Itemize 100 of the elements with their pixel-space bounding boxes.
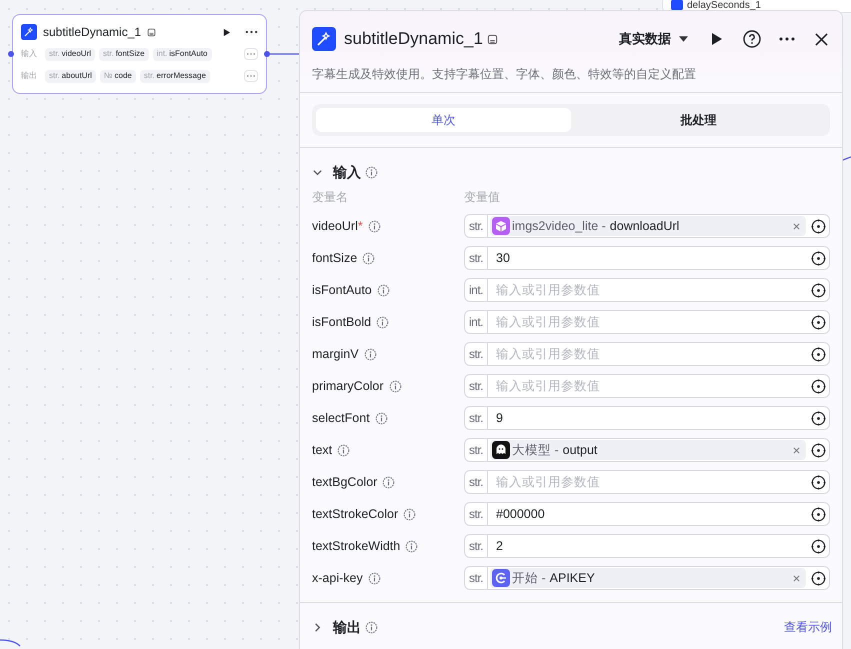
field-placeholder: 输入或引用参数值 <box>495 474 601 491</box>
clear-icon[interactable] <box>793 446 800 454</box>
target-icon[interactable] <box>811 442 826 458</box>
column-header: 变量值 <box>464 189 500 206</box>
section-title: 输出 <box>333 618 361 636</box>
target-icon[interactable] <box>811 378 826 394</box>
target-icon[interactable] <box>811 570 826 586</box>
field-value: 2 <box>495 538 504 555</box>
variable-chip: № code <box>100 70 136 82</box>
info-icon <box>403 508 416 520</box>
reference-text: 开始 - APIKEY <box>512 570 595 587</box>
variable-chip: int. isFontAuto <box>152 48 212 60</box>
target-icon[interactable] <box>811 474 826 490</box>
node-icon <box>671 0 683 11</box>
input-field[interactable]: str. 输入或引用参数值 <box>464 470 830 494</box>
field-value: 9 <box>495 410 504 427</box>
field-placeholder: 输入或引用参数值 <box>495 282 601 299</box>
tab[interactable]: 批处理 <box>571 108 826 132</box>
info-icon <box>368 572 381 584</box>
row-label: 输入 <box>21 48 38 60</box>
input-field[interactable]: str. imgs2video_lite - downloadUrl <box>464 214 830 238</box>
type-label: int. <box>465 279 488 301</box>
field-placeholder: 输入或引用参数值 <box>495 346 601 363</box>
memo-icon <box>486 34 498 44</box>
data-mode-dropdown[interactable]: 真实数据 <box>619 29 688 49</box>
type-label: str. <box>465 535 488 557</box>
view-example-link[interactable]: 查看示例 <box>784 618 832 636</box>
target-icon[interactable] <box>811 410 826 426</box>
variable-chip: str. videoUrl <box>45 48 96 60</box>
info-icon <box>376 316 390 328</box>
input-field[interactable]: int. 输入或引用参数值 <box>464 310 830 334</box>
info-icon <box>364 348 377 360</box>
info-icon <box>337 444 350 456</box>
target-icon[interactable] <box>811 218 826 234</box>
variable-name: textBgColor <box>312 474 378 491</box>
reference-text: 大模型 - output <box>512 442 598 459</box>
input-field[interactable]: int. 输入或引用参数值 <box>464 278 830 302</box>
info-icon <box>368 220 381 232</box>
play-icon[interactable] <box>222 28 231 36</box>
input-field[interactable]: str. #000000 <box>464 502 830 526</box>
info-icon <box>374 412 388 424</box>
variable-name: fontSize <box>312 250 358 267</box>
variable-chip: str. errorMessage <box>140 70 210 82</box>
target-icon[interactable] <box>811 250 826 266</box>
target-icon[interactable] <box>811 314 826 330</box>
variable-name: text <box>312 442 332 459</box>
close-icon[interactable] <box>815 32 828 46</box>
variable-name: primaryColor <box>312 378 384 395</box>
connector-line <box>0 639 20 646</box>
info-icon <box>365 620 378 634</box>
memo-icon <box>147 28 156 36</box>
info-icon <box>362 252 376 264</box>
type-label: str. <box>465 247 488 269</box>
field-value: 30 <box>495 250 511 267</box>
variable-name: isFontAuto <box>312 282 372 299</box>
tab[interactable]: 单次 <box>316 108 571 132</box>
target-icon[interactable] <box>811 538 826 554</box>
type-label: str. <box>465 439 488 461</box>
reference-text: imgs2video_lite - downloadUrl <box>512 218 680 235</box>
variable-name: textStrokeColor <box>312 506 398 523</box>
type-label: str. <box>465 471 488 493</box>
connector-line <box>267 53 299 55</box>
play-icon[interactable] <box>711 32 723 46</box>
field-placeholder: 输入或引用参数值 <box>495 314 601 331</box>
node-description: 字幕生成及特效使用。支持字幕位置、字体、颜色、特效等的自定义配置 <box>312 66 697 83</box>
info-icon <box>376 284 390 296</box>
input-field[interactable]: str. 9 <box>464 406 830 430</box>
target-icon[interactable] <box>811 282 826 298</box>
input-field[interactable]: str. 30 <box>464 246 830 270</box>
variable-name: x-api-key <box>312 570 363 587</box>
info-icon <box>388 380 402 392</box>
type-label: str. <box>465 567 488 589</box>
target-icon[interactable] <box>811 346 826 362</box>
variable-name: marginV <box>312 346 359 363</box>
type-label: str. <box>465 343 488 365</box>
type-label: str. <box>465 407 488 429</box>
target-icon[interactable] <box>811 506 826 522</box>
input-field[interactable]: str. 2 <box>464 534 830 558</box>
node-title: subtitleDynamic_1 <box>43 24 142 41</box>
clear-icon[interactable] <box>793 574 800 582</box>
help-icon[interactable] <box>743 30 761 48</box>
more-icon[interactable] <box>779 37 795 41</box>
node-card[interactable]: subtitleDynamic_1 输入 str. videoUrl str. fontSize int. isFontAuto 输出 str. aboutUrl № code str. errorMessage <box>12 14 267 94</box>
input-field[interactable]: str. 开始 - APIKEY <box>464 566 830 590</box>
input-field[interactable]: str. 大模型 - output <box>464 438 830 462</box>
more-icon[interactable] <box>245 30 258 34</box>
clear-icon[interactable] <box>793 222 800 230</box>
variable-name: textStrokeWidth <box>312 538 400 555</box>
chevron-icon[interactable] <box>312 622 323 632</box>
type-label: str. <box>465 215 488 237</box>
input-field[interactable]: str. 输入或引用参数值 <box>464 342 830 366</box>
row-label: 输出 <box>21 70 38 82</box>
field-placeholder: 输入或引用参数值 <box>495 378 601 395</box>
input-field[interactable]: str. 输入或引用参数值 <box>464 374 830 398</box>
node-title: delaySeconds_1 <box>687 1 761 11</box>
node-icon <box>312 27 336 51</box>
variable-chip: str. fontSize <box>99 48 149 60</box>
variable-name: selectFont <box>312 410 370 427</box>
section-title: 输入 <box>333 162 361 182</box>
connector-line <box>842 156 851 161</box>
